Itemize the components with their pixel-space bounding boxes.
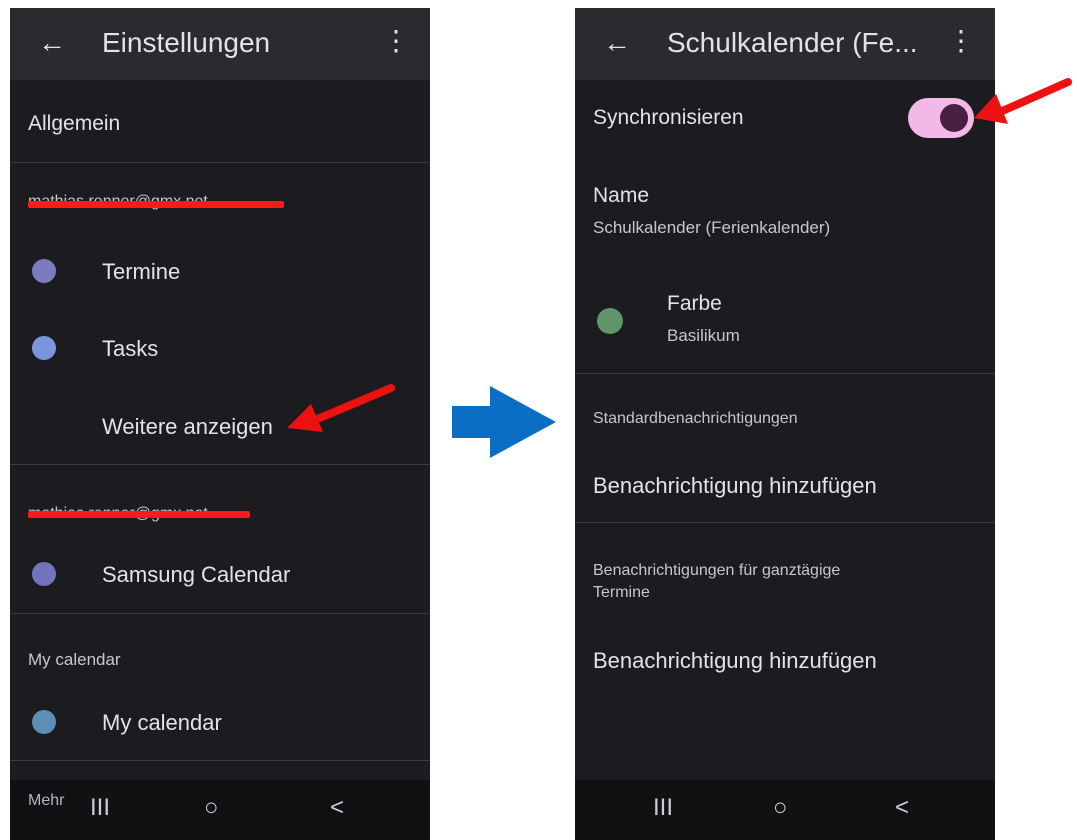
divider [10,760,430,761]
calendar-item-my-calendar[interactable]: My calendar [10,694,430,750]
calendar-item-tasks[interactable]: Tasks [10,320,430,376]
recents-button[interactable]: III [90,794,110,822]
sync-label: Synchronisieren [593,106,744,129]
show-more-label: Weitere anzeigen [102,414,273,439]
sync-toggle[interactable] [908,98,974,138]
add-notification-label: Benachrichtigung hinzufügen [593,473,877,498]
calendar-color-dot [32,336,56,360]
name-value: Schulkalender (Ferienkalender) [593,218,831,237]
toggle-knob [940,104,968,132]
app-bar: ← Einstellungen ⋮ [10,8,430,80]
section-header: Benachrichtigungen für ganztägige Termin… [575,558,995,608]
calendar-settings-screen: ← Schulkalender (Fe... ⋮ Synchronisieren… [575,8,995,840]
calendar-color-dot [32,710,56,734]
color-label: Farbe [667,292,722,315]
annotation-arrow-icon [974,78,1072,124]
system-nav-bar: III ○ < [575,780,995,840]
annotation-arrow-icon [287,384,395,432]
back-button[interactable]: < [330,794,344,822]
color-swatch [597,308,623,334]
divider [575,522,995,523]
name-row[interactable]: Name Schulkalender (Ferienkalender) [575,178,995,248]
calendar-label: Samsung Calendar [102,562,291,587]
section-title-line2: Termine [593,584,650,601]
page-title: Einstellungen [102,27,271,58]
calendar-label: Tasks [102,336,159,361]
home-button[interactable]: ○ [773,794,788,822]
color-value: Basilikum [667,326,740,345]
color-row[interactable]: Farbe Basilikum [575,286,995,356]
more-vert-icon[interactable]: ⋮ [947,24,975,58]
page-title: Schulkalender (Fe... [667,27,918,58]
more-label[interactable]: Mehr [28,792,64,810]
add-notification-label: Benachrichtigung hinzufügen [593,648,877,673]
app-bar: ← Schulkalender (Fe... ⋮ [575,8,995,80]
back-button[interactable]: < [895,794,909,822]
recents-button[interactable]: III [653,794,673,822]
account-header: mathias.renner@gmx.net [10,163,430,210]
arrow-left-icon[interactable]: ← [603,28,631,58]
calendar-color-dot [32,259,56,283]
arrow-left-icon[interactable]: ← [38,28,66,58]
add-allday-notification-button[interactable]: Benachrichtigung hinzufügen [575,638,995,688]
calendar-label: Termine [102,259,181,284]
name-label: Name [593,184,650,207]
redaction-bar [28,511,250,518]
calendar-label: My calendar [102,710,222,735]
calendar-item-termine[interactable]: Termine [10,243,430,299]
calendar-item-samsung[interactable]: Samsung Calendar [10,546,430,602]
section-header: Standardbenachrichtigungen [575,406,995,436]
section-title: My calendar [28,650,121,669]
home-button[interactable]: ○ [204,794,219,822]
section-header: My calendar [10,614,430,674]
system-nav-bar: Mehr III ○ < [10,780,430,840]
redaction-bar [28,201,284,208]
general-label: Allgemein [28,112,121,135]
add-notification-button[interactable]: Benachrichtigung hinzufügen [575,463,995,513]
account-header: mathias.renner@gmx.net [10,465,430,522]
section-title: Standardbenachrichtigungen [593,410,798,427]
flow-arrow-right-icon [452,386,556,458]
section-title-line1: Benachrichtigungen für ganztägige [593,562,841,579]
general-settings-item[interactable]: Allgemein [10,80,430,162]
more-vert-icon[interactable]: ⋮ [382,24,410,58]
calendar-color-dot [32,562,56,586]
divider [575,373,995,374]
